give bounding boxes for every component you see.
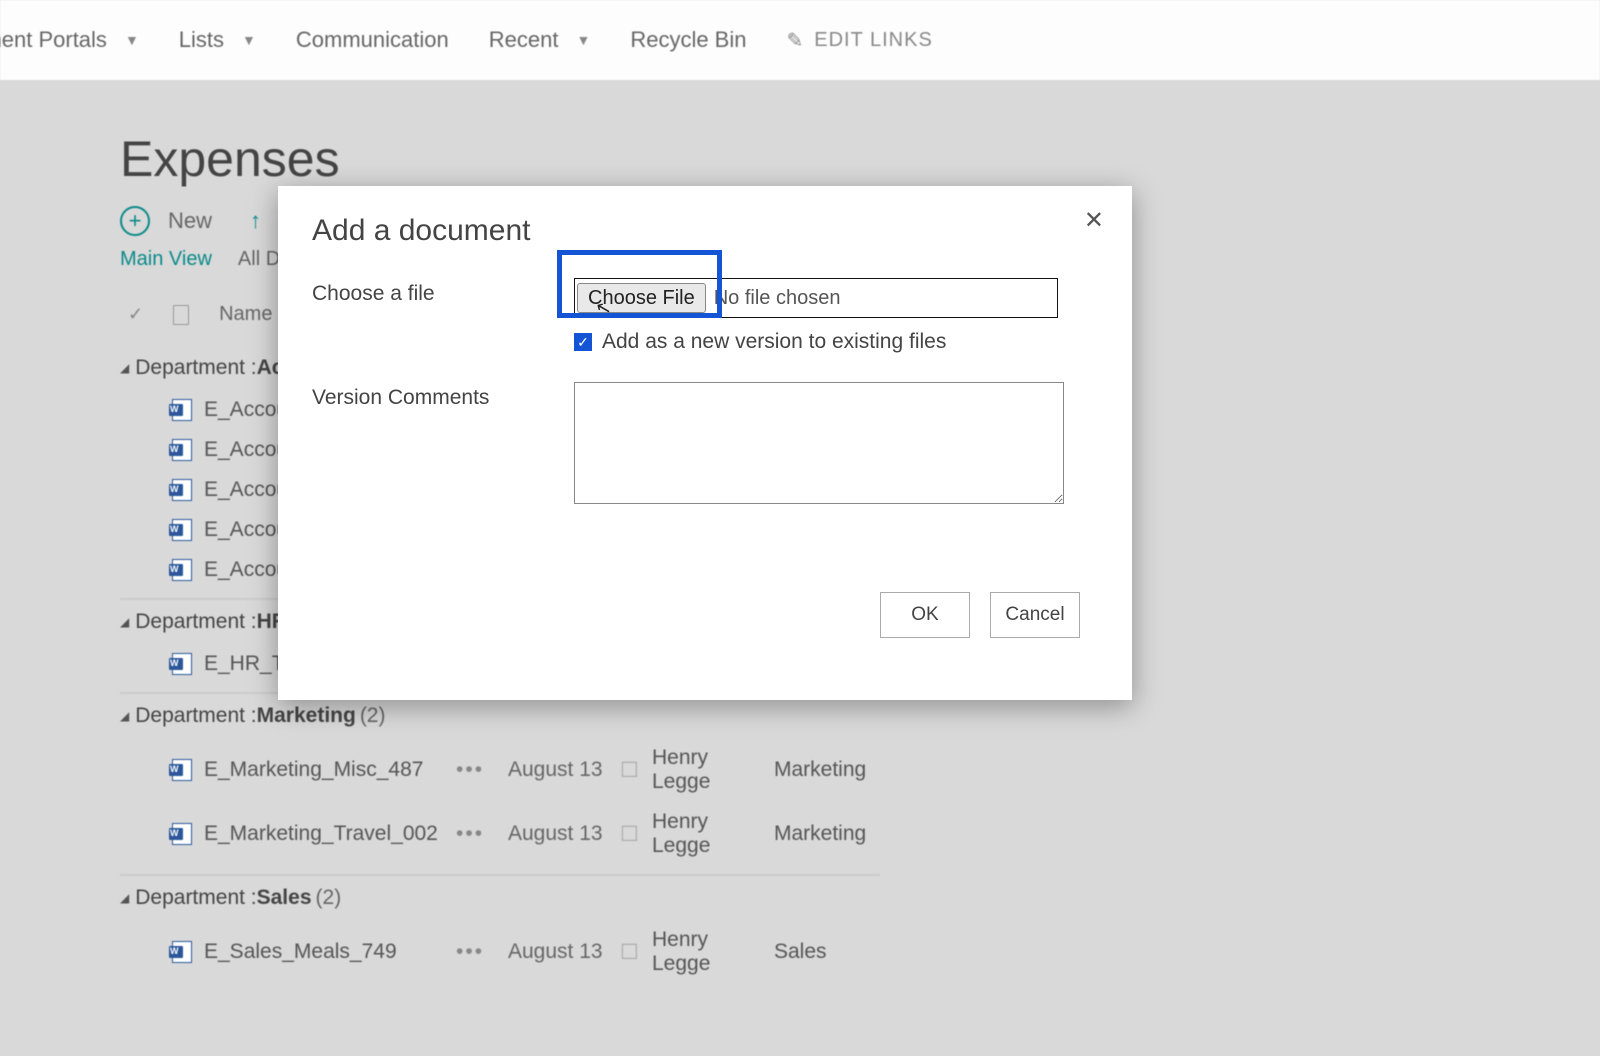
nav-label: Lists	[179, 27, 224, 53]
collapse-icon: ◢	[120, 891, 129, 905]
nav-label: Recycle Bin	[630, 27, 746, 53]
item-person: Henry Legge	[652, 810, 762, 858]
comments-field	[574, 382, 1098, 509]
item-name: E_Marketing_Misc_487	[204, 758, 444, 782]
collapse-icon: ◢	[120, 615, 129, 629]
more-icon[interactable]: •••	[456, 822, 496, 846]
group-prefix: Department :	[135, 356, 256, 380]
tab-main-view[interactable]: Main View	[120, 248, 212, 271]
dialog-buttons: OK Cancel	[880, 592, 1080, 638]
group-prefix: Department :	[135, 886, 256, 910]
file-status: No file chosen	[714, 287, 841, 310]
item-person: Henry Legge	[652, 746, 762, 794]
more-icon[interactable]: •••	[456, 758, 496, 782]
word-doc-icon	[172, 439, 192, 461]
item-name: E_Sales_Meals_749	[204, 940, 444, 964]
word-doc-icon	[172, 653, 192, 675]
ok-button[interactable]: OK	[880, 592, 970, 638]
chevron-down-icon: ▼	[576, 32, 590, 48]
item-dept: Marketing	[774, 822, 866, 846]
close-icon[interactable]: ✕	[1084, 206, 1104, 235]
version-checkbox[interactable]: ✓	[574, 333, 592, 351]
collapse-icon: ◢	[120, 361, 129, 375]
check-icon[interactable]: ✓	[128, 304, 143, 325]
nav-label: rtment Portals	[0, 27, 107, 53]
comments-label: Version Comments	[312, 382, 574, 509]
nav-item-communication[interactable]: Communication	[296, 27, 449, 53]
group-prefix: Department :	[135, 704, 256, 728]
nav-item-portals[interactable]: rtment Portals ▼	[0, 27, 139, 53]
item-dept: Marketing	[774, 758, 866, 782]
nav-label: Recent	[489, 27, 559, 53]
word-doc-icon	[172, 941, 192, 963]
upload-icon[interactable]: ↑	[250, 208, 261, 234]
file-type-header-icon[interactable]	[173, 305, 189, 325]
list-item[interactable]: E_Marketing_Travel_002 ••• August 13 ☐ H…	[120, 802, 1600, 866]
more-icon[interactable]: •••	[456, 940, 496, 964]
item-person: Henry Legge	[652, 928, 762, 976]
nav-item-lists[interactable]: Lists ▼	[179, 27, 256, 53]
choose-file-label: Choose a file	[312, 278, 574, 318]
chevron-down-icon: ▼	[125, 32, 139, 48]
pencil-icon: ✎	[786, 28, 804, 53]
comments-row: Version Comments	[312, 382, 1098, 509]
group-name: Marketing	[257, 704, 356, 728]
word-doc-icon	[172, 479, 192, 501]
nav-edit-label: EDIT LINKS	[814, 29, 933, 52]
group-count: (2)	[360, 704, 386, 728]
item-date: August 13	[508, 940, 608, 964]
edit-links-button[interactable]: ✎ EDIT LINKS	[786, 28, 932, 53]
collapse-icon: ◢	[120, 709, 129, 723]
dialog-body: Choose a file Choose File No file chosen…	[312, 278, 1098, 509]
list-item[interactable]: E_Marketing_Misc_487 ••• August 13 ☐ Hen…	[120, 738, 1600, 802]
checkbox-icon[interactable]: ☐	[620, 758, 640, 783]
nav-item-recent[interactable]: Recent ▼	[489, 27, 591, 53]
chevron-down-icon: ▼	[242, 32, 256, 48]
word-doc-icon	[172, 823, 192, 845]
file-input[interactable]: Choose File No file chosen	[574, 278, 1058, 318]
page-title: Expenses	[120, 130, 1600, 188]
column-name[interactable]: Name	[219, 303, 272, 326]
word-doc-icon	[172, 399, 192, 421]
group-prefix: Department :	[135, 610, 256, 634]
word-doc-icon	[172, 559, 192, 581]
version-checkbox-label: Add as a new version to existing files	[602, 330, 946, 354]
new-button-label[interactable]: New	[168, 208, 212, 234]
word-doc-icon	[172, 759, 192, 781]
group-name: Sales	[257, 886, 312, 910]
list-item[interactable]: E_Sales_Meals_749 ••• August 13 ☐ Henry …	[120, 920, 1600, 984]
word-doc-icon	[172, 519, 192, 541]
choose-file-field: Choose File No file chosen	[574, 278, 1098, 318]
nav-label: Communication	[296, 27, 449, 53]
choose-file-row: Choose a file Choose File No file chosen	[312, 278, 1098, 318]
checkbox-icon[interactable]: ☐	[620, 940, 640, 965]
comments-textarea[interactable]	[574, 382, 1064, 504]
add-document-dialog: Add a document ✕ Choose a file Choose Fi…	[278, 186, 1132, 700]
item-date: August 13	[508, 758, 608, 782]
nav-item-recycle-bin[interactable]: Recycle Bin	[630, 27, 746, 53]
item-dept: Sales	[774, 940, 827, 964]
cancel-button[interactable]: Cancel	[990, 592, 1080, 638]
group-header-sales[interactable]: ◢ Department : Sales (2)	[120, 874, 880, 920]
group-count: (2)	[316, 886, 342, 910]
dialog-title: Add a document	[312, 214, 1098, 248]
plus-icon[interactable]: +	[120, 206, 150, 236]
checkbox-icon[interactable]: ☐	[620, 822, 640, 847]
item-name: E_Marketing_Travel_002	[204, 822, 444, 846]
version-checkbox-row: ✓ Add as a new version to existing files	[574, 330, 1098, 354]
item-date: August 13	[508, 822, 608, 846]
top-nav: rtment Portals ▼ Lists ▼ Communication R…	[0, 0, 1600, 80]
